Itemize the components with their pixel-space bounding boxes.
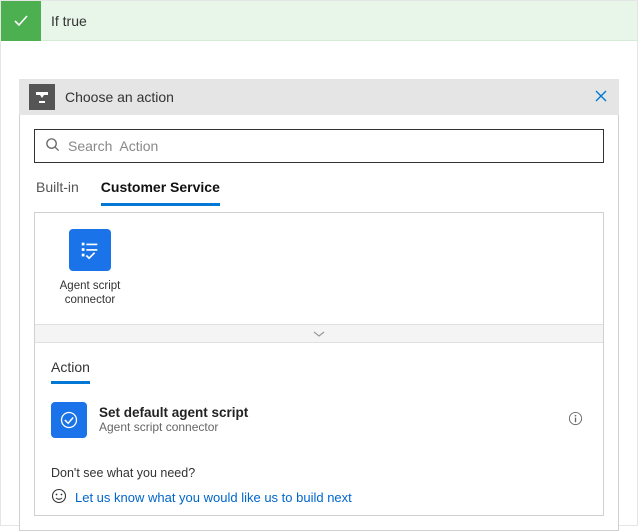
list-check-icon xyxy=(69,229,111,271)
action-item-subtitle: Agent script connector xyxy=(99,420,564,434)
info-icon[interactable] xyxy=(564,407,587,433)
action-section-title: Action xyxy=(51,359,90,384)
action-set-default-agent-script[interactable]: Set default agent script Agent script co… xyxy=(51,398,587,442)
tab-built-in[interactable]: Built-in xyxy=(36,175,79,206)
check-icon xyxy=(1,1,41,41)
action-picker-icon xyxy=(29,84,55,110)
panel-title: Choose an action xyxy=(65,89,593,105)
footer-question: Don't see what you need? xyxy=(35,452,603,480)
expand-connectors[interactable] xyxy=(35,324,603,342)
search-icon xyxy=(45,137,60,155)
close-button[interactable] xyxy=(593,88,609,107)
search-input[interactable] xyxy=(34,129,604,163)
chevron-down-icon xyxy=(313,326,325,341)
search-field[interactable] xyxy=(60,137,593,155)
tabs: Built-in Customer Service xyxy=(34,175,604,206)
if-true-bar: If true xyxy=(1,1,637,41)
smile-icon xyxy=(51,488,67,507)
feedback-link[interactable]: Let us know what you would like us to bu… xyxy=(75,490,352,505)
if-true-title: If true xyxy=(41,13,87,29)
action-item-title: Set default agent script xyxy=(99,405,564,420)
connector-agent-script[interactable]: Agent script connector xyxy=(51,229,129,308)
choose-action-header: Choose an action xyxy=(19,79,619,115)
tab-customer-service[interactable]: Customer Service xyxy=(101,175,220,206)
check-circle-icon xyxy=(51,402,87,438)
connector-label: Agent script connector xyxy=(51,279,129,308)
